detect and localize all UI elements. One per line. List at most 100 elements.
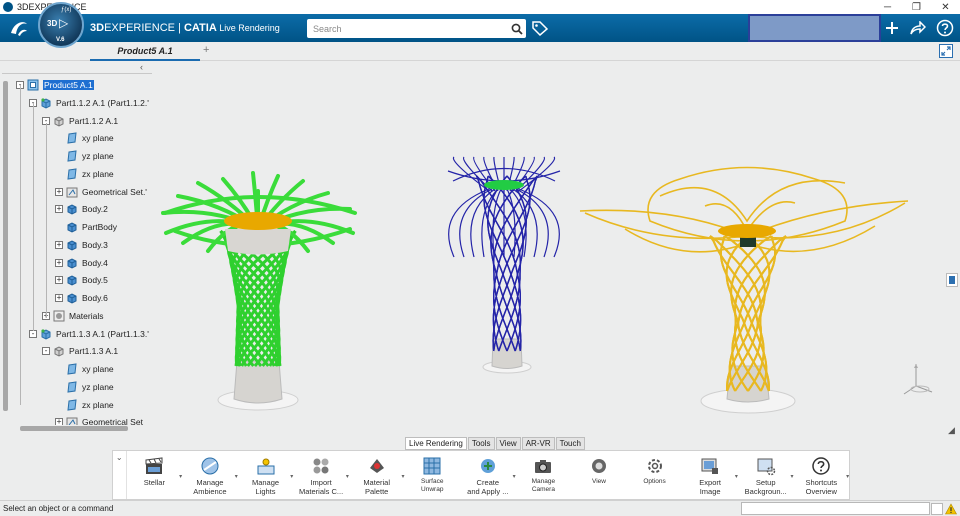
tree-node-label[interactable]: xy plane bbox=[82, 364, 114, 374]
command-input[interactable] bbox=[741, 502, 930, 515]
axis-compass-icon[interactable] bbox=[898, 360, 938, 400]
tree-node-label[interactable]: PartBody bbox=[82, 222, 117, 232]
tree-node[interactable]: + Body.4 bbox=[55, 255, 108, 271]
3d-viewport[interactable] bbox=[155, 61, 960, 436]
fullscreen-icon[interactable] bbox=[939, 44, 953, 58]
tool-clapperboard-button[interactable]: Stellar ▾ bbox=[127, 451, 182, 499]
tool-export-image-button[interactable]: Export Image ▾ bbox=[682, 451, 738, 499]
expand-icon[interactable]: + bbox=[55, 205, 63, 214]
expand-icon[interactable]: + bbox=[55, 187, 63, 196]
tree-node[interactable]: xy plane bbox=[55, 361, 114, 377]
tool-gear-button[interactable]: Options bbox=[627, 451, 683, 499]
help-icon[interactable] bbox=[935, 19, 955, 37]
tree-node[interactable]: - Part1.1.2 A.1 bbox=[42, 113, 118, 129]
actionbar-collapse-icon[interactable]: ⌄ bbox=[113, 451, 127, 499]
tree-node-label[interactable]: Part1.1.3 A.1 bbox=[69, 346, 118, 356]
tree-node-label[interactable]: Part1.1.3 A.1 (Part1.1.3.' bbox=[56, 329, 149, 339]
tree-node-label[interactable]: Part1.1.2 A.1 (Part1.1.2.' bbox=[56, 98, 149, 108]
side-panel-toggle[interactable] bbox=[946, 273, 958, 287]
search-input[interactable]: Search bbox=[313, 24, 508, 34]
tree-vertical-scrollbar[interactable] bbox=[3, 81, 8, 411]
tree-node-label[interactable]: Product5 A.1 bbox=[43, 80, 94, 90]
restore-button[interactable]: ❐ bbox=[902, 0, 931, 14]
tree-node[interactable]: + Body.6 bbox=[55, 290, 108, 306]
expand-icon[interactable]: + bbox=[55, 294, 63, 302]
resize-grip-icon[interactable]: ◢ bbox=[948, 425, 955, 436]
tree-node[interactable]: + Geometrical Set.' bbox=[55, 184, 147, 200]
command-history-icon[interactable] bbox=[931, 503, 943, 515]
tree-node-label[interactable]: Body.4 bbox=[82, 258, 108, 268]
tree-node-label[interactable]: Geometrical Set.' bbox=[82, 187, 147, 197]
compass-widget[interactable]: ƒ(x) 3D ▷ V.6 bbox=[38, 2, 84, 48]
collapse-icon[interactable]: - bbox=[42, 347, 50, 356]
tree-node[interactable]: -Product5 A.1 bbox=[16, 77, 94, 93]
green-tree-model[interactable] bbox=[161, 171, 357, 411]
tree-node-label[interactable]: yz plane bbox=[82, 382, 114, 392]
warning-icon[interactable] bbox=[944, 503, 958, 515]
tag-icon[interactable] bbox=[531, 20, 549, 37]
tree-node[interactable]: + Body.5 bbox=[55, 272, 108, 288]
tree-node-label[interactable]: Materials bbox=[69, 311, 103, 321]
dropdown-caret-icon[interactable]: ▾ bbox=[846, 473, 849, 480]
tree-node[interactable]: + Body.2 bbox=[55, 201, 108, 217]
tree-node[interactable]: - Part1.1.3 A.1 (Part1.1.3.' bbox=[29, 326, 149, 342]
add-icon[interactable] bbox=[882, 19, 902, 37]
tree-node[interactable]: - Part1.1.3 A.1 bbox=[42, 343, 118, 359]
tool-view-button[interactable]: View bbox=[571, 451, 627, 499]
tool-camera-button[interactable]: Manage Camera bbox=[516, 451, 572, 499]
expand-icon[interactable]: + bbox=[55, 240, 63, 249]
tool-surface-unwrap-button[interactable]: Surface Unwrap bbox=[404, 451, 460, 499]
tree-node-label[interactable]: Part1.1.2 A.1 bbox=[69, 116, 118, 126]
gold-tree-model[interactable] bbox=[579, 166, 909, 414]
share-icon[interactable] bbox=[908, 19, 928, 37]
tool-setup-background-button[interactable]: Setup Backgroun... ▾ bbox=[738, 451, 794, 499]
tree-node[interactable]: yz plane bbox=[55, 379, 114, 395]
tool-create-apply-button[interactable]: Create and Apply ... ▾ bbox=[460, 451, 516, 499]
search-icon[interactable] bbox=[508, 20, 526, 38]
minimize-button[interactable]: ─ bbox=[873, 0, 902, 14]
tree-node-label[interactable]: Geometrical Set bbox=[82, 417, 143, 425]
tree-node-label[interactable]: Body.5 bbox=[82, 275, 108, 285]
expand-icon[interactable]: + bbox=[55, 276, 63, 285]
tree-node[interactable]: xy plane bbox=[55, 130, 114, 146]
tree-node-label[interactable]: Body.2 bbox=[82, 204, 108, 214]
tree-node[interactable]: +Materials bbox=[42, 308, 103, 324]
expand-icon[interactable]: + bbox=[55, 258, 63, 267]
tree-node-label[interactable]: zx plane bbox=[82, 169, 114, 179]
product-icon bbox=[27, 79, 39, 91]
close-button[interactable]: ✕ bbox=[931, 0, 960, 14]
tree-node[interactable]: zx plane bbox=[55, 397, 114, 413]
tool-material-palette-button[interactable]: Material Palette ▾ bbox=[349, 451, 404, 499]
tree-node[interactable]: yz plane bbox=[55, 148, 114, 164]
actionbar-tab-ar-vr[interactable]: AR-VR bbox=[521, 437, 555, 450]
tool-materials-button[interactable]: Import Materials C... ▾ bbox=[293, 451, 349, 499]
tree-node[interactable]: + Geometrical Set bbox=[55, 414, 143, 425]
tree-node-label[interactable]: Body.3 bbox=[82, 240, 108, 250]
tree-horizontal-scrollbar[interactable] bbox=[20, 426, 128, 431]
actionbar-tab-live-rendering[interactable]: Live Rendering bbox=[405, 437, 467, 450]
compass-play-icon[interactable]: ▷ bbox=[59, 16, 68, 30]
tree-node-label[interactable]: xy plane bbox=[82, 133, 114, 143]
search-field[interactable]: Search bbox=[307, 19, 526, 38]
actionbar-tab-view[interactable]: View bbox=[495, 437, 521, 450]
expand-icon[interactable]: + bbox=[55, 418, 63, 425]
tree-node-label[interactable]: zx plane bbox=[82, 400, 114, 410]
specification-tree[interactable]: ‹ -Product5 A.1-Part1.1.2 A.1 (Part1.1.2… bbox=[0, 61, 155, 425]
tool-help-button[interactable]: Shortcuts Overview ▾ bbox=[794, 451, 849, 499]
tree-node-label[interactable]: Body.6 bbox=[82, 293, 108, 303]
ds-logo-icon[interactable] bbox=[8, 18, 30, 38]
tree-collapse-icon[interactable]: ‹ bbox=[140, 62, 150, 72]
tree-node[interactable]: -Part1.1.2 A.1 (Part1.1.2.' bbox=[29, 95, 149, 111]
actionbar-tab-tools[interactable]: Tools bbox=[467, 437, 495, 450]
document-tab[interactable]: Product5 A.1 bbox=[90, 42, 200, 61]
tree-node[interactable]: zx plane bbox=[55, 166, 114, 182]
tool-ambience-sphere-button[interactable]: Manage Ambience ▾ bbox=[182, 451, 238, 499]
tree-node[interactable]: + Body.3 bbox=[55, 237, 108, 253]
tool-lights-button[interactable]: Manage Lights ▾ bbox=[238, 451, 293, 499]
tree-node-label[interactable]: yz plane bbox=[82, 151, 114, 161]
actionbar-tab-touch[interactable]: Touch bbox=[555, 437, 585, 450]
user-profile-area[interactable] bbox=[748, 14, 881, 42]
tree-node[interactable]: PartBody bbox=[55, 219, 117, 235]
blue-tree-model[interactable] bbox=[447, 156, 561, 374]
new-tab-button[interactable]: + bbox=[203, 44, 209, 56]
